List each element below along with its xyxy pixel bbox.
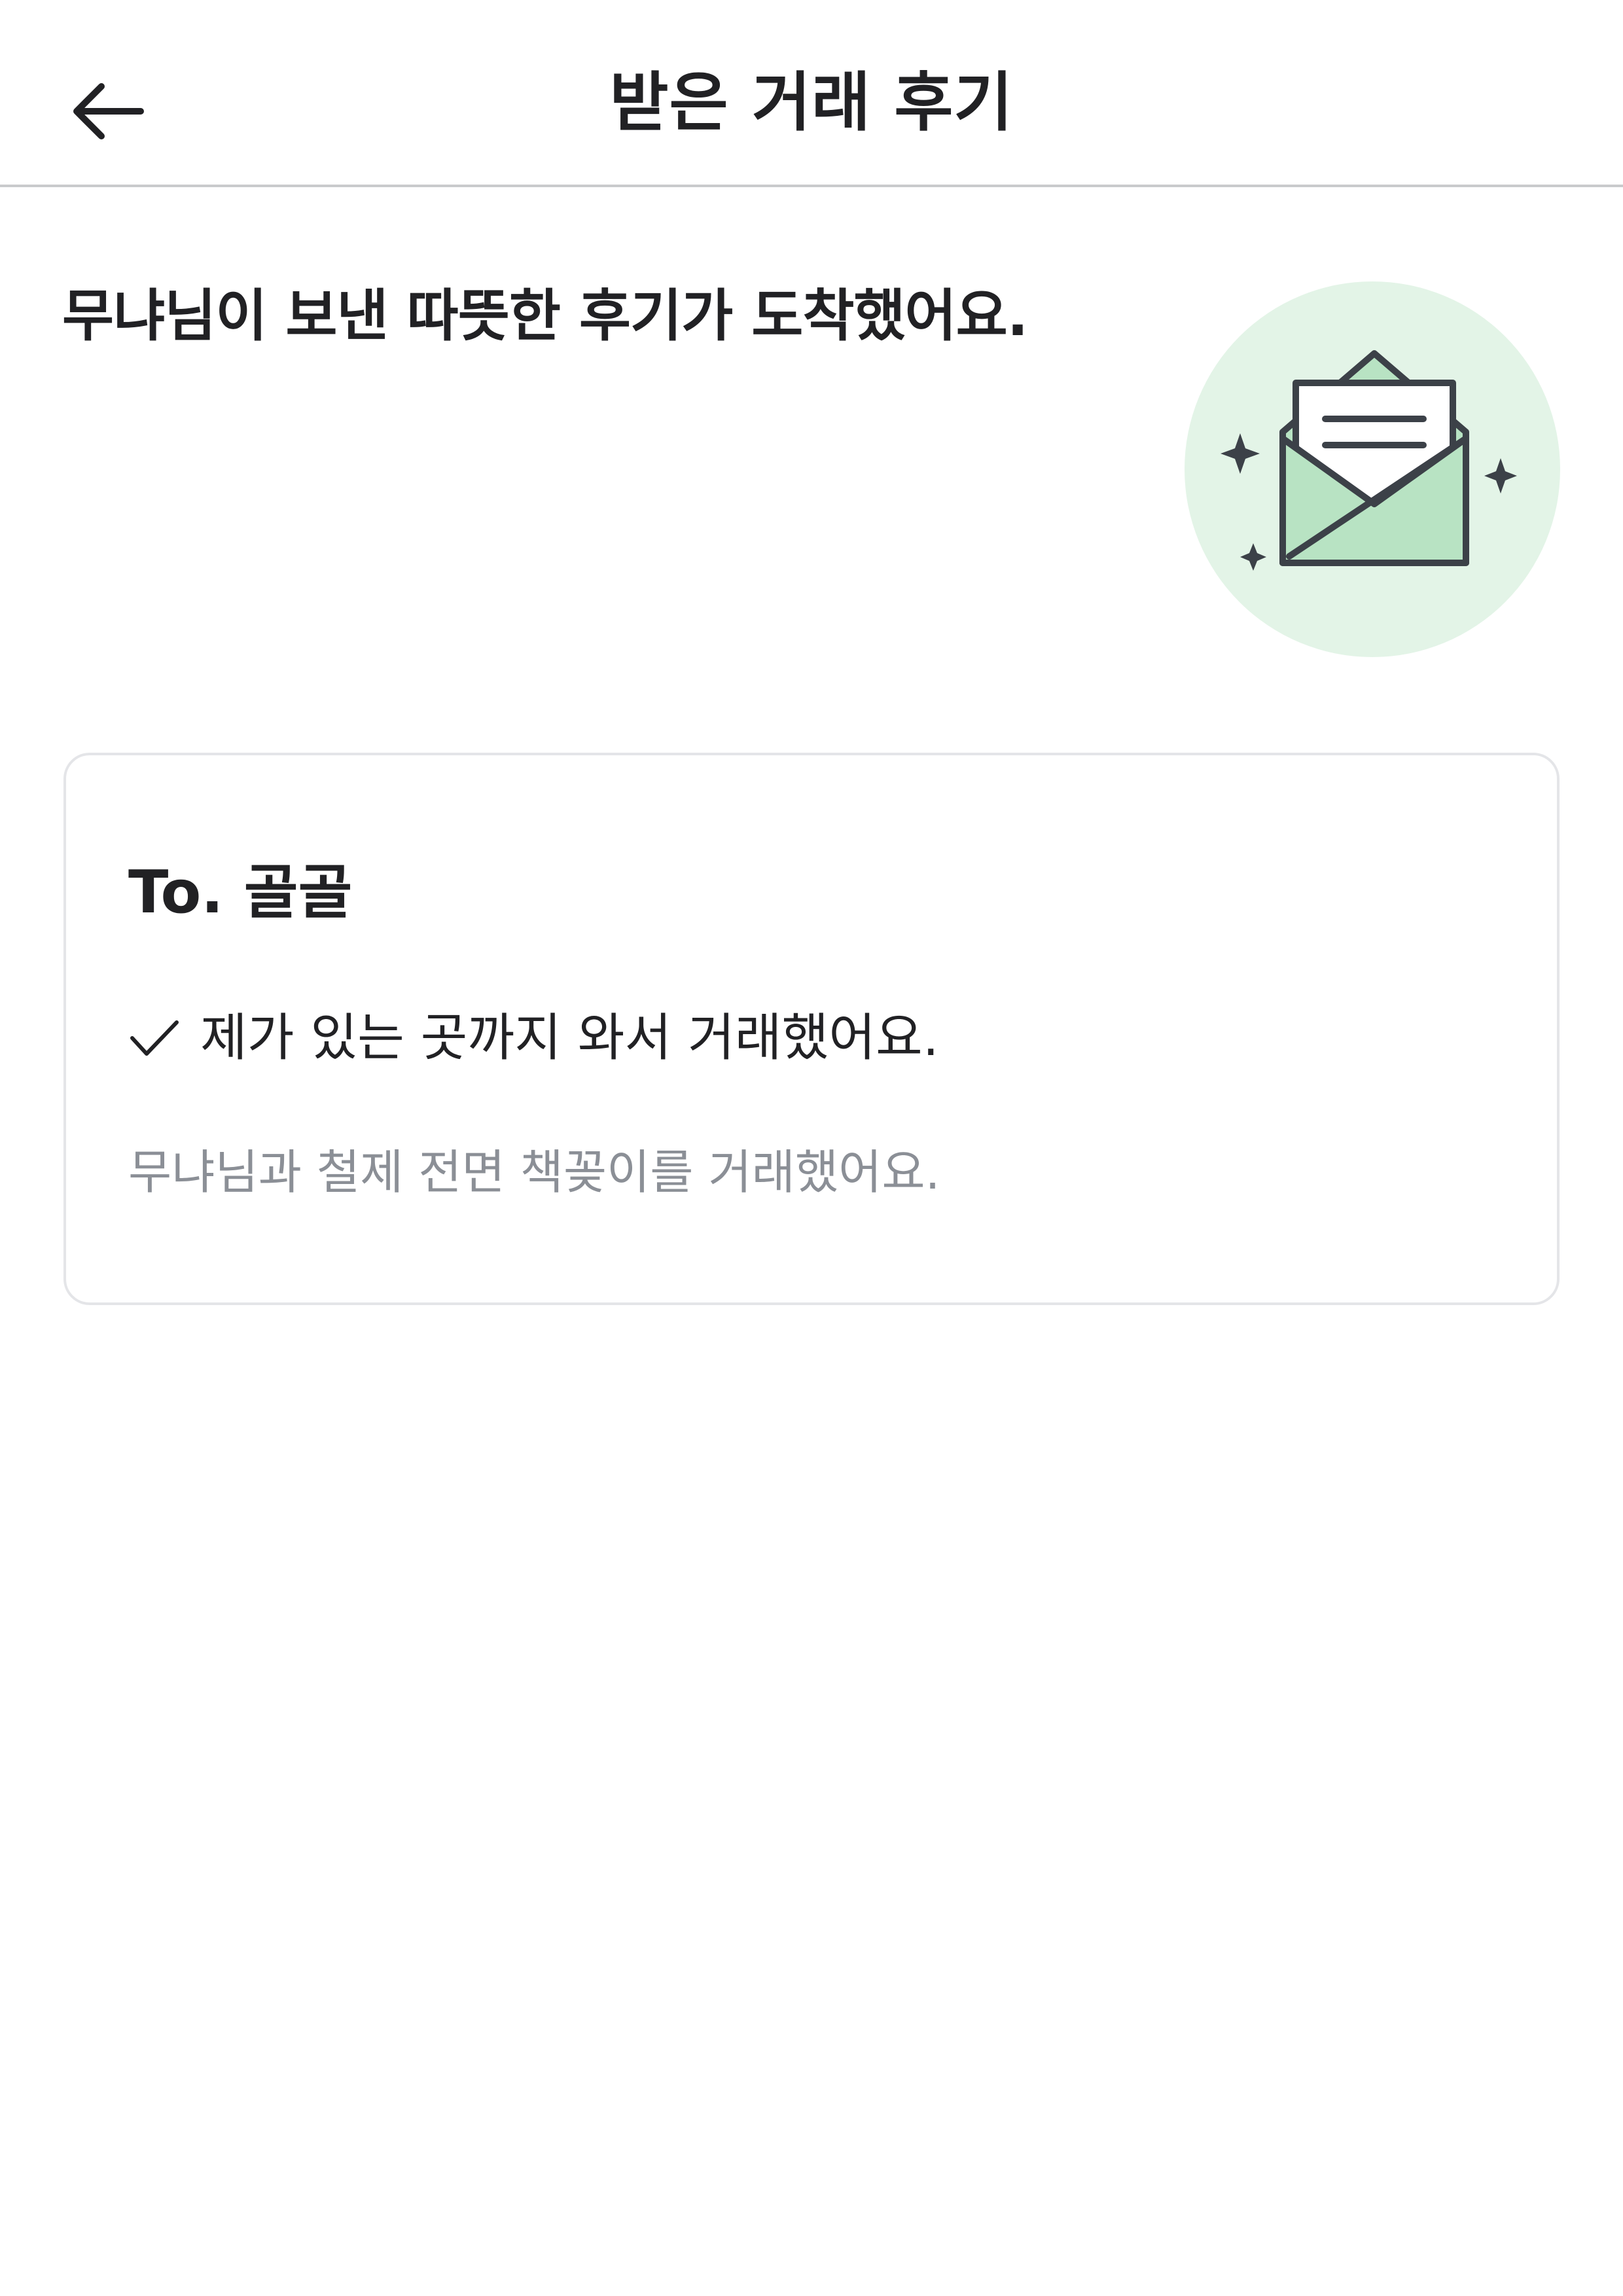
review-item-text: 제가 있는 곳까지 와서 거래했어요. xyxy=(200,1009,939,1067)
review-card: To. 골골 제가 있는 곳까지 와서 거래했어요. 무냐님과 철제 전면 책꽂… xyxy=(63,753,1560,1305)
transaction-note: 무냐님과 철제 전면 책꽂이를 거래했어요. xyxy=(128,1145,940,1200)
checkmark-icon xyxy=(128,1012,181,1064)
page-title: 받은 거래 후기 xyxy=(609,65,1014,140)
recipient-label: To. 골골 xyxy=(128,858,353,927)
open-envelope-icon xyxy=(1185,281,1560,657)
review-arrived-headline: 무냐님이 보낸 따뜻한 후기가 도착했어요. xyxy=(62,283,1028,349)
review-item: 제가 있는 곳까지 와서 거래했어요. xyxy=(128,999,939,1077)
top-app-bar: 받은 거래 후기 xyxy=(0,0,1623,187)
